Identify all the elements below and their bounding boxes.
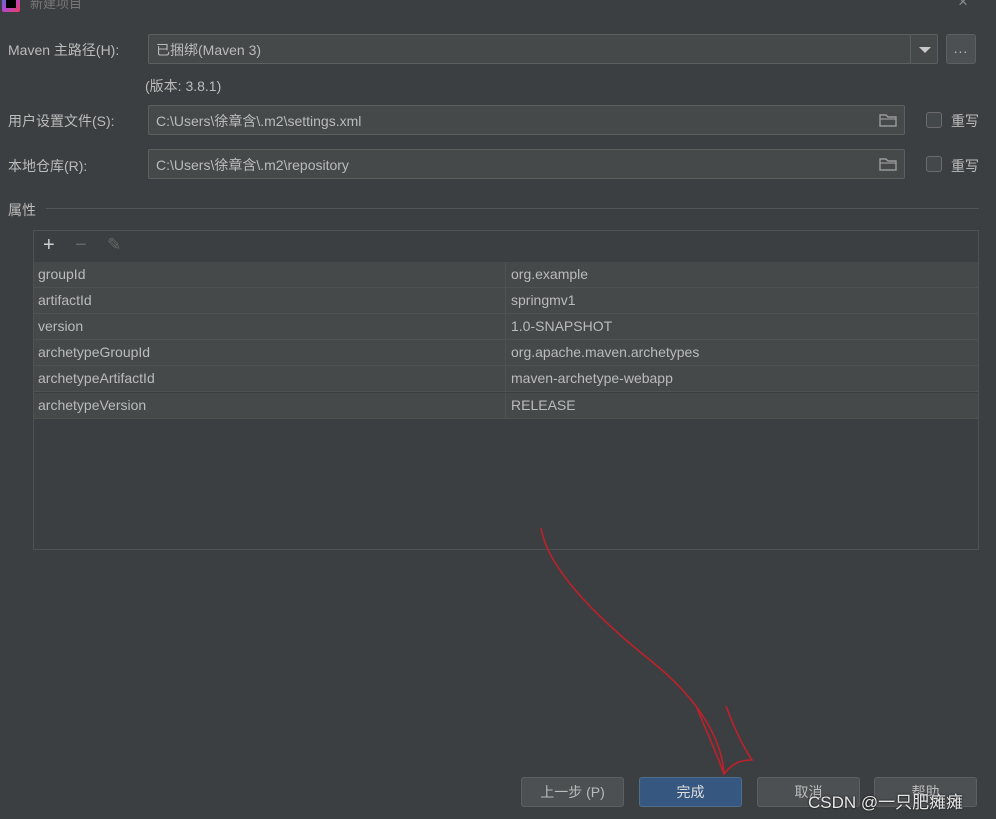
watermark-text: CSDN @一只肥瘫瘫 <box>808 793 964 812</box>
annotation-arrow <box>540 527 754 776</box>
